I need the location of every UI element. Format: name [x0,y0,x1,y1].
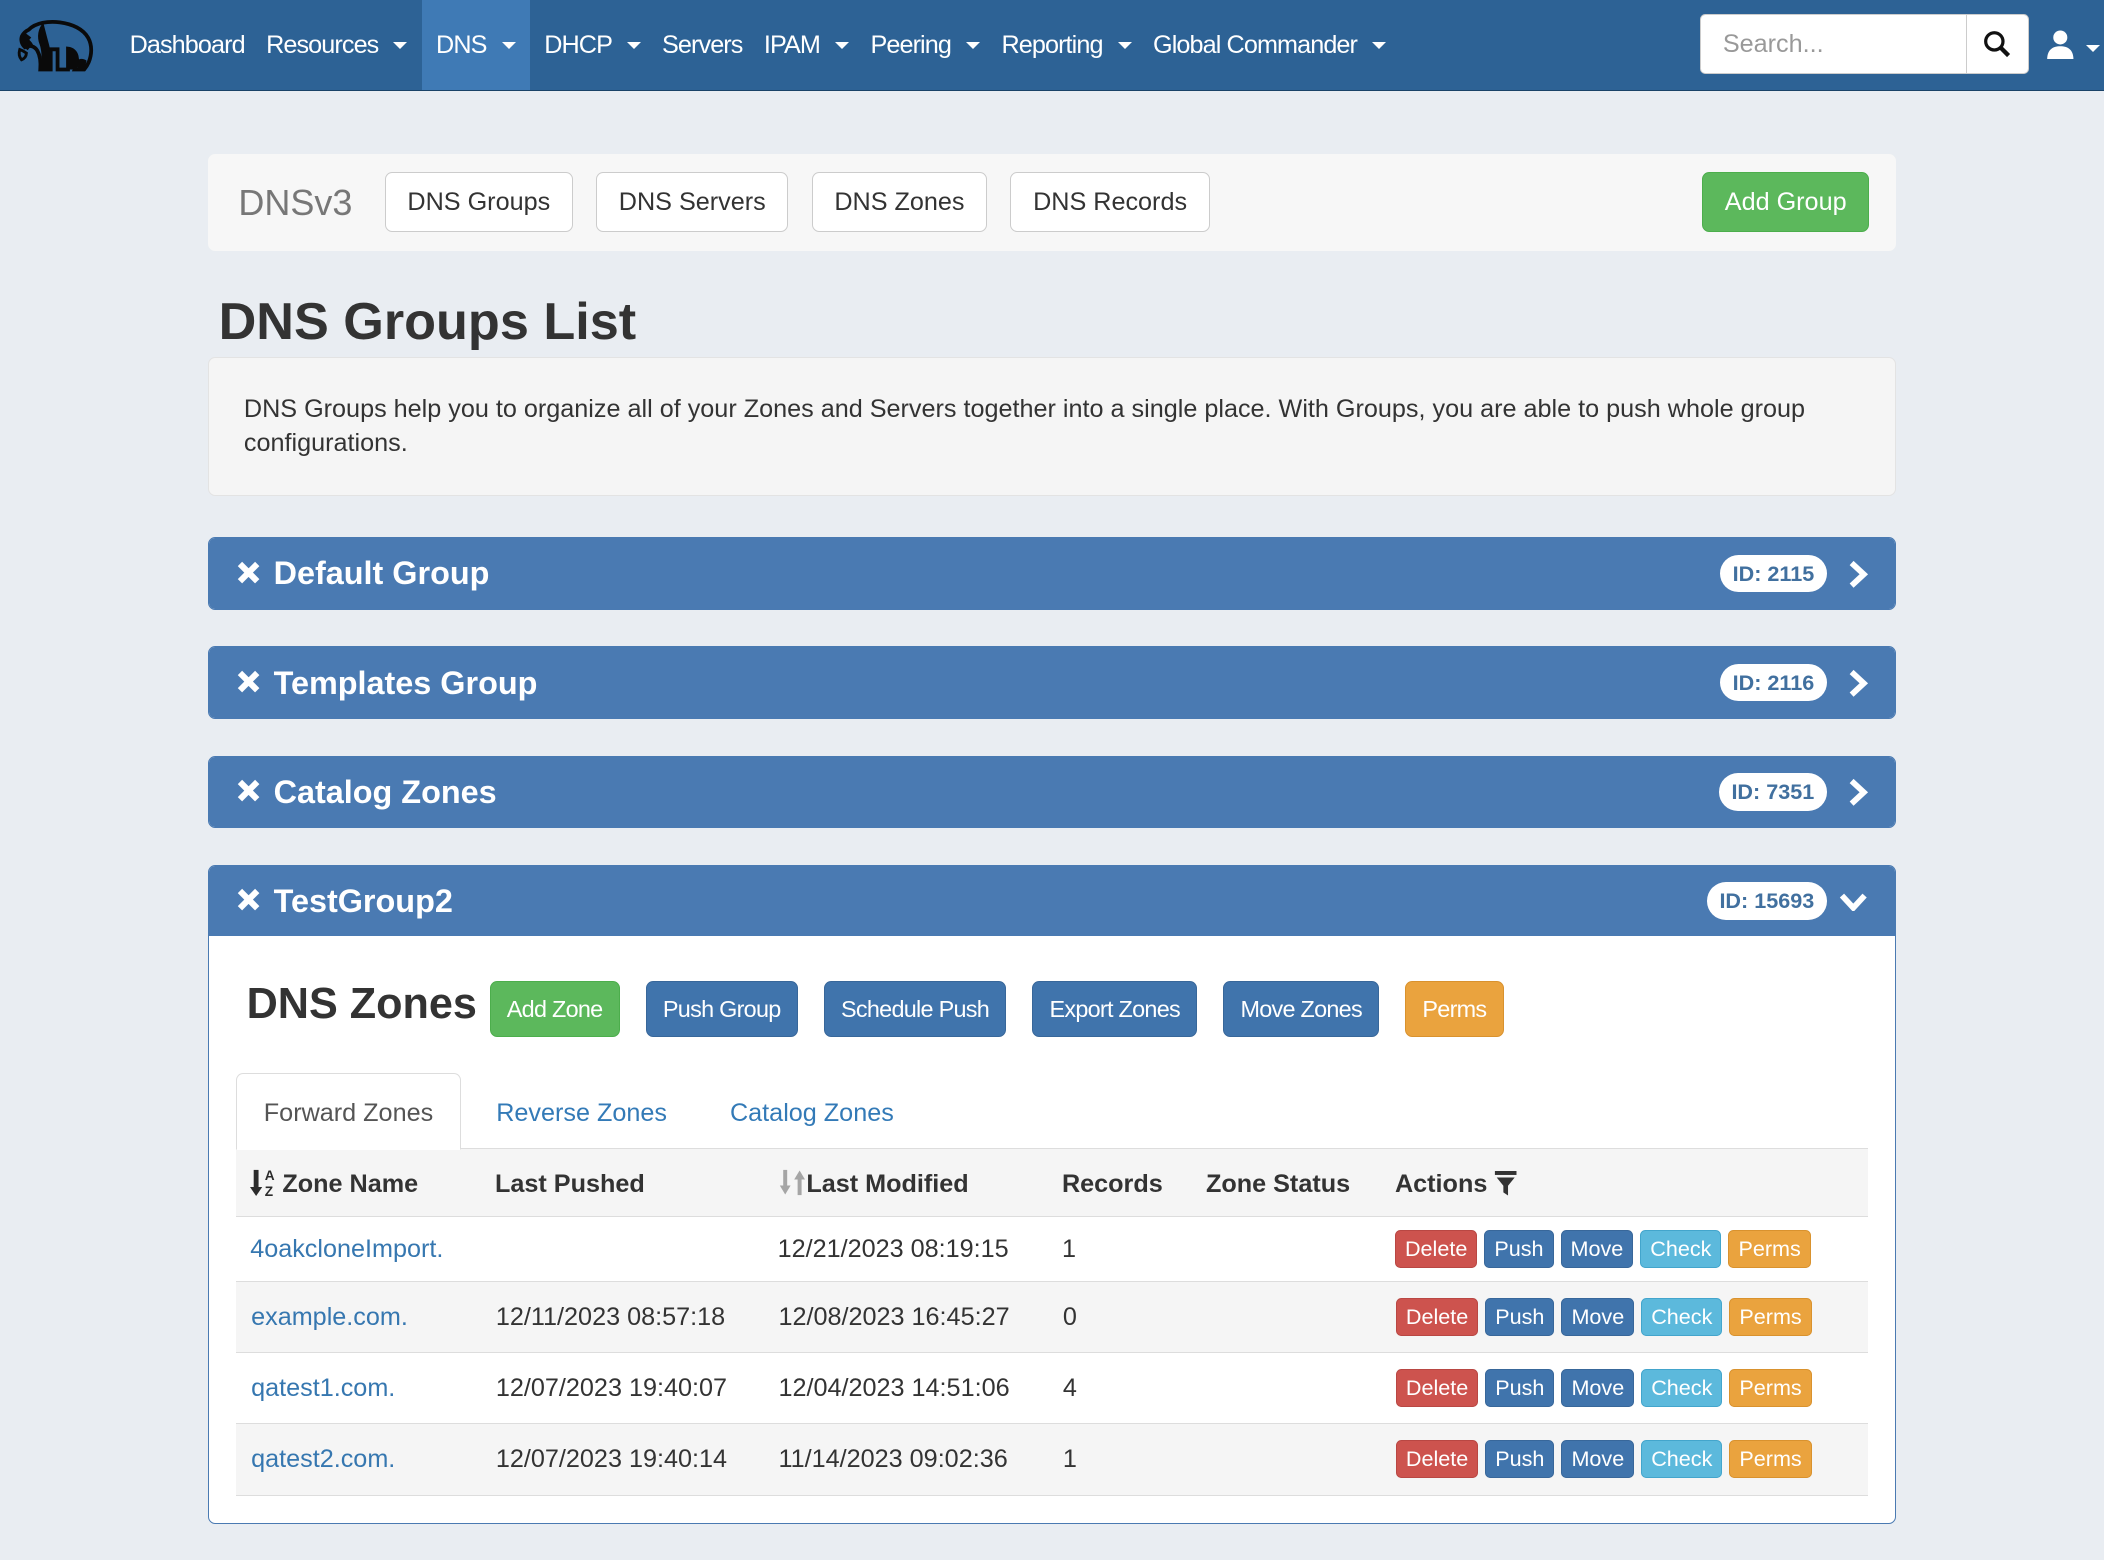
svg-text:Z: Z [265,1184,273,1196]
svg-text:A: A [265,1169,275,1183]
